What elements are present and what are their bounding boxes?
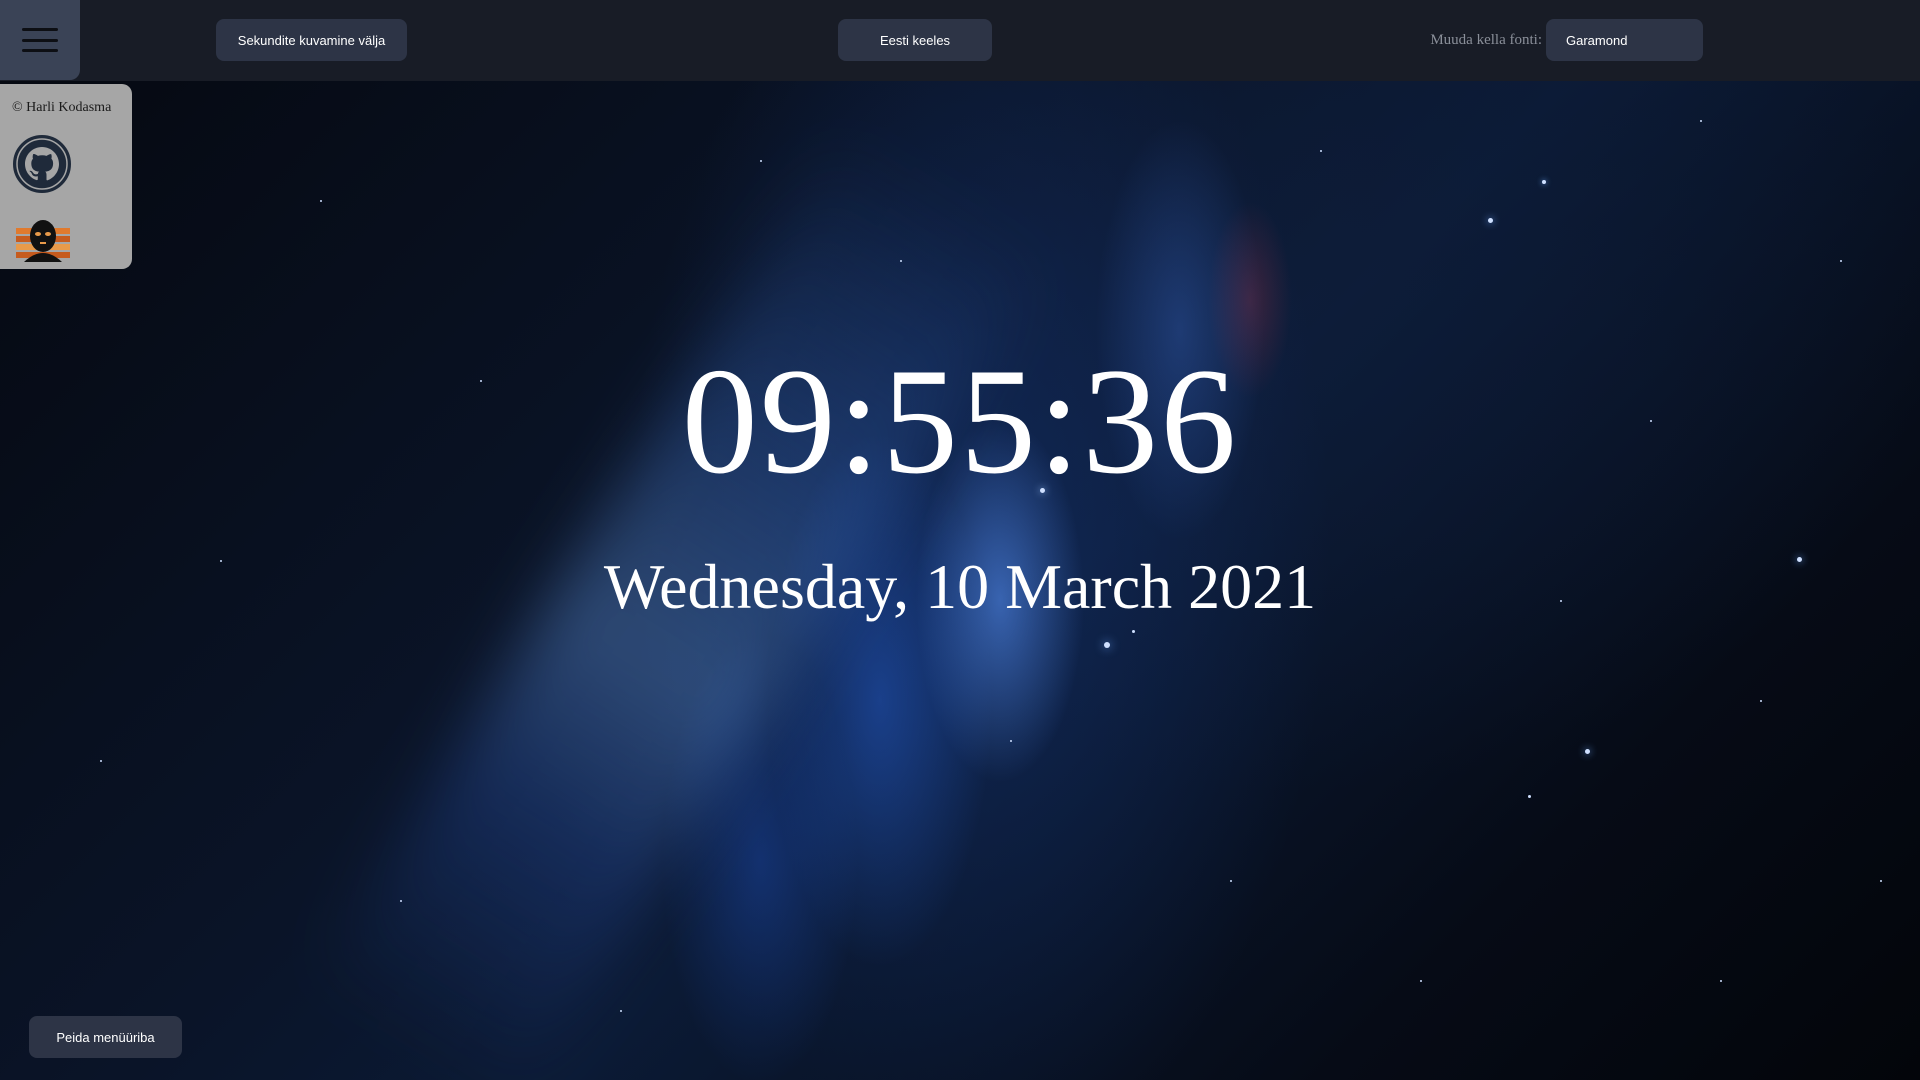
author-avatar-link[interactable] bbox=[14, 214, 72, 262]
side-panel: © Harli Kodasma bbox=[0, 84, 132, 269]
star bbox=[1542, 180, 1546, 184]
clock-font-select[interactable]: Garamond bbox=[1546, 19, 1703, 61]
star bbox=[1104, 642, 1110, 648]
clock-time: 09:55:36 bbox=[681, 337, 1239, 505]
masked-figure-avatar-icon bbox=[14, 214, 72, 262]
star bbox=[1528, 795, 1531, 798]
star bbox=[100, 760, 102, 762]
menu-toggle-button[interactable] bbox=[0, 0, 80, 80]
github-link[interactable] bbox=[12, 134, 72, 194]
top-menu-bar: Sekundite kuvamine välja Eesti keeles Mu… bbox=[0, 0, 1920, 81]
star bbox=[760, 160, 762, 162]
star bbox=[1700, 120, 1702, 122]
hamburger-icon bbox=[22, 28, 58, 52]
star bbox=[1230, 880, 1232, 882]
star bbox=[1840, 260, 1842, 262]
clock-date: Wednesday, 10 March 2021 bbox=[603, 551, 1317, 622]
star bbox=[320, 200, 322, 202]
star bbox=[1488, 218, 1493, 223]
star bbox=[400, 900, 402, 902]
star bbox=[1320, 150, 1322, 152]
copyright-text: © Harli Kodasma bbox=[12, 100, 112, 115]
toggle-seconds-button[interactable]: Sekundite kuvamine välja bbox=[216, 19, 407, 61]
star bbox=[1420, 980, 1422, 982]
language-button[interactable]: Eesti keeles bbox=[838, 19, 992, 61]
star bbox=[1720, 980, 1722, 982]
font-select-label: Muuda kella fonti: bbox=[1430, 31, 1542, 48]
github-icon bbox=[13, 135, 71, 193]
star bbox=[900, 260, 902, 262]
star bbox=[1132, 630, 1135, 633]
star bbox=[1880, 880, 1882, 882]
star bbox=[1585, 749, 1590, 754]
space-background bbox=[0, 0, 1920, 1080]
hide-menu-bar-button[interactable]: Peida menüüriba bbox=[29, 1016, 182, 1058]
star bbox=[620, 1010, 622, 1012]
star bbox=[1760, 700, 1762, 702]
star bbox=[1010, 740, 1012, 742]
